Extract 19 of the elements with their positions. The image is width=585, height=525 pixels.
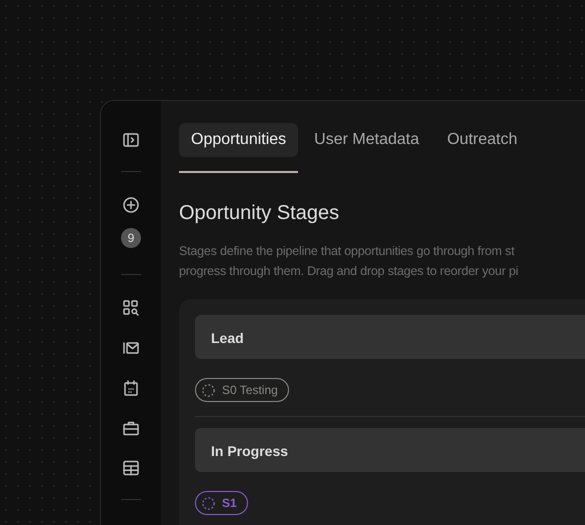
sidebar-toggle-icon[interactable]: [122, 131, 140, 149]
table-icon[interactable]: [122, 459, 140, 477]
plus-circle-icon[interactable]: [122, 196, 140, 214]
tab[interactable]: Opportunities: [179, 123, 298, 157]
count-badge: 9: [121, 228, 141, 248]
briefcase-icon[interactable]: [122, 419, 140, 437]
stage-tag[interactable]: S0 Testing: [195, 378, 289, 402]
tab[interactable]: Outreatch: [435, 123, 530, 157]
description-line: Stages define the pipeline that opportunities go through from st: [179, 243, 516, 260]
stage-header[interactable]: In Progress: [195, 428, 585, 472]
dashed-circle-icon: [201, 382, 216, 398]
calendar-icon[interactable]: [122, 379, 140, 397]
stage-tag[interactable]: S1: [195, 491, 248, 515]
description-line: progress through them. Drag and drop stages to reorder your pi: [179, 263, 520, 280]
tab[interactable]: User Metadata: [302, 123, 432, 157]
section-heading: Oportunity Stages: [179, 201, 340, 225]
stage-header[interactable]: Lead: [195, 315, 585, 359]
dashed-circle-icon: [201, 496, 216, 510]
grid-search-icon[interactable]: [122, 299, 140, 317]
